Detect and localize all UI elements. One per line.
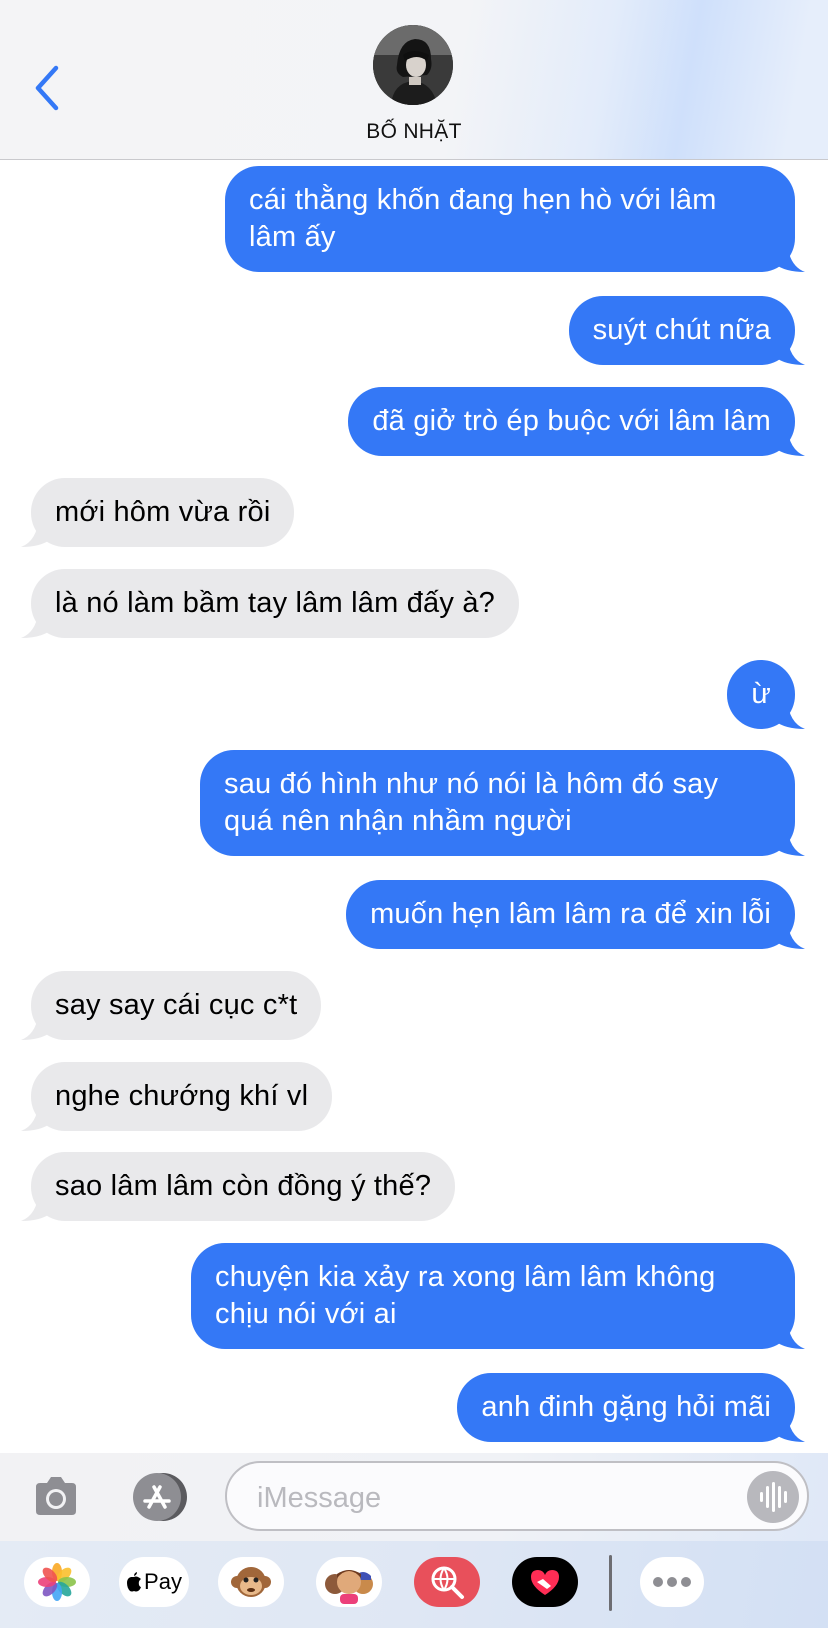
conversation-header: BỐ NHẶT [0, 0, 828, 160]
bubble-tail-icon [775, 242, 805, 272]
more-icon [653, 1577, 691, 1587]
message-text: suýt chút nữa [592, 314, 771, 346]
message-bubble-incoming[interactable]: sao lâm lâm còn đồng ý thế? [21, 1152, 456, 1221]
message-bubble-outgoing[interactable]: ừ [727, 660, 805, 729]
contact-avatar[interactable] [373, 25, 453, 105]
bubble-tail-icon [21, 1101, 51, 1131]
contact-photo-icon [373, 25, 453, 105]
message-text: say say cái cục c*t [55, 989, 298, 1021]
message-bubble-incoming[interactable]: là nó làm bầm tay lâm lâm đấy à? [21, 569, 519, 638]
audio-message-button[interactable] [747, 1471, 799, 1523]
message-text: anh đinh gặng hỏi mãi [481, 1391, 771, 1423]
more-apps-button[interactable] [640, 1557, 704, 1607]
message-text: mới hôm vừa rồi [55, 496, 271, 528]
message-text: muốn hẹn lâm lâm ra để xin lỗi [370, 898, 771, 930]
message-bubble-outgoing[interactable]: suýt chút nữa [568, 296, 805, 365]
waveform-icon [760, 1482, 787, 1512]
bubble-tail-icon [21, 1191, 51, 1221]
memoji-stickers-button[interactable] [316, 1557, 382, 1607]
drawer-separator [609, 1555, 612, 1611]
camera-icon[interactable] [30, 1471, 82, 1523]
message-bubble-outgoing[interactable]: chuyện kia xảy ra xong lâm lâm không chị… [191, 1243, 805, 1349]
back-chevron-icon[interactable] [30, 62, 66, 114]
app-drawer: Pay [0, 1541, 828, 1628]
message-bubble-outgoing[interactable]: cái thằng khốn đang hẹn hò với lâm lâm ấ… [225, 166, 805, 272]
message-bubble-incoming[interactable]: say say cái cục c*t [21, 971, 322, 1040]
bubble-tail-icon [775, 1319, 805, 1349]
message-text: sao lâm lâm còn đồng ý thế? [55, 1170, 432, 1202]
message-text: cái thằng khốn đang hẹn hò với lâm lâm ấ… [249, 184, 717, 253]
message-input[interactable] [255, 1473, 719, 1523]
bubble-tail-icon [21, 1010, 51, 1040]
message-text: đã giở trò ép buộc với lâm lâm [372, 405, 771, 437]
photos-icon [38, 1563, 76, 1601]
apple-pay-label: Pay [144, 1569, 182, 1594]
bubble-tail-icon [775, 1412, 805, 1442]
bubble-tail-icon [21, 608, 51, 638]
bubble-tail-icon [775, 426, 805, 456]
contact-name[interactable]: BỐ NHẶT [0, 120, 828, 144]
message-input-bar [0, 1453, 828, 1541]
message-bubble-outgoing[interactable]: sau đó hình như nó nói là hôm đó say quá… [200, 750, 805, 856]
bubble-tail-icon [775, 919, 805, 949]
message-bubble-incoming[interactable]: nghe chướng khí vl [21, 1062, 333, 1131]
bubble-tail-icon [775, 826, 805, 856]
digital-touch-button[interactable] [512, 1557, 578, 1607]
bubble-tail-icon [21, 517, 51, 547]
message-bubble-outgoing[interactable]: anh đinh gặng hỏi mãi [457, 1373, 805, 1442]
message-bubble-outgoing[interactable]: muốn hẹn lâm lâm ra để xin lỗi [346, 880, 805, 949]
apple-pay-button[interactable]: Pay [119, 1557, 189, 1607]
app-store-icon[interactable] [127, 1472, 191, 1522]
message-text: sau đó hình như nó nói là hôm đó say quá… [224, 768, 719, 837]
memoji-icon [325, 1570, 373, 1604]
imessage-field [225, 1461, 809, 1531]
heart-hand-icon [531, 1570, 559, 1595]
message-text: là nó làm bầm tay lâm lâm đấy à? [55, 587, 495, 619]
web-search-button[interactable] [414, 1557, 480, 1607]
animoji-button[interactable] [218, 1557, 284, 1607]
photos-app-button[interactable] [24, 1557, 90, 1607]
message-text: nghe chướng khí vl [55, 1080, 309, 1112]
apple-logo-icon [127, 1572, 142, 1592]
monkey-icon [231, 1567, 271, 1597]
message-text: chuyện kia xảy ra xong lâm lâm không chị… [215, 1261, 716, 1330]
message-bubble-incoming[interactable]: mới hôm vừa rồi [21, 478, 295, 547]
message-bubble-outgoing[interactable]: đã giở trò ép buộc với lâm lâm [348, 387, 805, 456]
bubble-tail-icon [775, 335, 805, 365]
globe-search-icon [431, 1566, 464, 1599]
bubble-tail-icon [775, 699, 805, 729]
message-text: ừ [751, 678, 771, 710]
